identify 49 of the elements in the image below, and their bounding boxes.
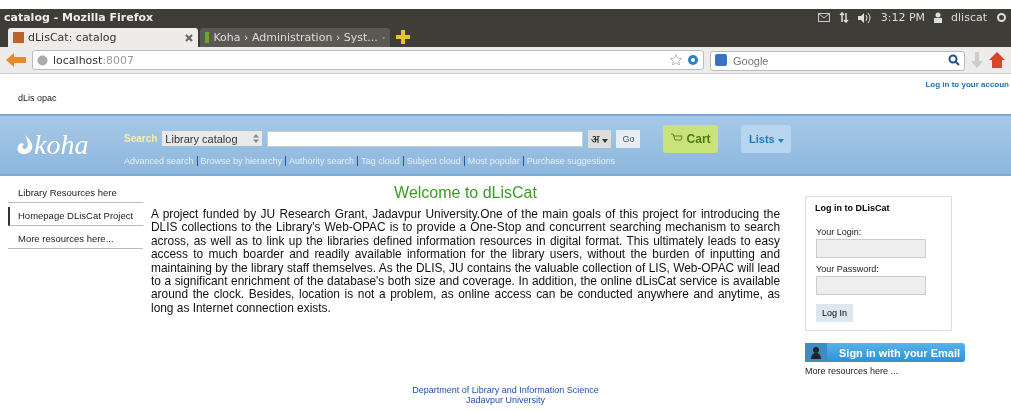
search-label: Search <box>124 133 158 144</box>
star-icon[interactable] <box>670 54 682 66</box>
login-field[interactable] <box>816 239 926 258</box>
login-title: Log in to DLisCat <box>812 203 893 213</box>
plus-icon[interactable] <box>396 30 410 44</box>
user-icon[interactable] <box>934 12 943 23</box>
cart-button[interactable]: Cart <box>663 124 719 153</box>
browser-tab[interactable]: dLisCat: catalog <box>8 28 198 47</box>
keyboard-button[interactable]: अ <box>588 129 612 148</box>
favicon-icon <box>13 32 24 43</box>
password-field[interactable] <box>816 276 926 295</box>
caret-icon <box>777 138 784 143</box>
password-label: Your Password: <box>816 264 880 274</box>
footer-link[interactable]: Jadavpur University <box>466 395 545 405</box>
clock-time[interactable]: 3:12 PM <box>880 11 926 24</box>
web-search-field[interactable]: Google <box>710 51 965 71</box>
volume-icon[interactable] <box>857 12 872 23</box>
spinner-arrows-icon <box>253 134 260 143</box>
more-resources-text: More resources here ... <box>805 366 900 376</box>
window-title: catalog - Mozilla Firefox <box>4 11 154 24</box>
sidebar-link[interactable]: Homepage DLisCat Project <box>8 207 143 226</box>
caret-icon <box>602 139 609 143</box>
search-field[interactable] <box>267 130 584 147</box>
intro-paragraph: A project funded by JU Research Grant, Jadavpur University.One of the main goals of this project for introducing the DLIS collections to the Library's Web-OPAC is to provide a One-Stop and concurrent searching mechanism to search across, as well as to link up the libraries defined information resources in digital format. This ultimately leads to easy access to much boarder and readily available information for the library users, without the burden of inputting and maintaining by the library staff themselves. As the DLIS, JU contains the valuable collection of LIS, Web-OPAC will lead to a significant enrichment of the database's both size and coverage. In addition, the online dLisCat service is available around the clock. Besides, location is not a problem, as online access can be conducted anywhere and anytime, as long as Internet connection exists. <box>151 208 780 316</box>
log-in-button[interactable]: Log In <box>816 304 854 322</box>
sidebar-link[interactable]: More resources here... <box>8 230 143 249</box>
footer-link[interactable]: Department of Library and Information Science <box>412 385 599 395</box>
welcome-heading: Welcome to dLisCat <box>393 184 538 202</box>
network-icon[interactable] <box>838 12 849 23</box>
home-icon[interactable] <box>989 52 1005 68</box>
login-label: Your Login: <box>816 227 863 237</box>
go-button[interactable]: Go <box>616 129 641 148</box>
person-icon <box>811 346 821 359</box>
address-field[interactable]: localhost:8007 <box>32 50 704 70</box>
browser-tab[interactable]: Koha › Administration › Syst... <box>200 28 390 47</box>
search-icon[interactable] <box>948 54 960 66</box>
login-link[interactable]: Log in to your accoun <box>925 80 1009 89</box>
user-name[interactable]: dliscat <box>951 11 987 24</box>
reload-icon[interactable] <box>687 54 699 66</box>
back-arrow-icon[interactable] <box>6 53 26 67</box>
sidebar-link[interactable]: Library Resources here <box>8 184 143 203</box>
site-name: dLis opac <box>18 93 57 103</box>
favicon-icon <box>205 32 210 43</box>
mail-icon[interactable] <box>817 13 830 22</box>
search-engine-icon[interactable] <box>715 54 727 66</box>
swirl-icon[interactable] <box>16 135 34 155</box>
cart-icon <box>671 132 684 143</box>
close-icon[interactable] <box>185 33 193 42</box>
scope-dropdown[interactable]: Library catalog <box>162 131 263 146</box>
